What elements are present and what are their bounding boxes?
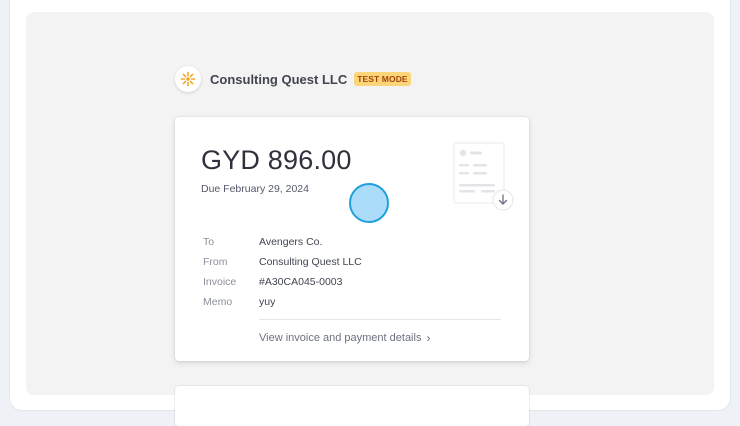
detail-row-from: From Consulting Quest LLC [203, 252, 362, 272]
view-invoice-details-link[interactable]: View invoice and payment details › [259, 331, 430, 345]
invoice-summary-card: GYD 896.00 Due February 29, 2024 To Aven… [175, 117, 529, 361]
detail-label: To [203, 236, 215, 248]
test-mode-badge: TEST MODE [354, 72, 411, 86]
detail-row-to: To Avengers Co. [203, 232, 362, 252]
detail-value: Consulting Quest LLC [259, 256, 362, 268]
detail-label: From [203, 256, 228, 268]
detail-value: yuy [259, 296, 276, 308]
click-indicator [349, 183, 389, 223]
detail-row-invoice: Invoice #A30CA045-0003 [203, 272, 362, 292]
detail-label: Invoice [203, 276, 237, 288]
invoice-amount: GYD 896.00 [201, 145, 352, 175]
detail-label: Memo [203, 296, 233, 308]
chevron-right-icon: › [426, 331, 431, 345]
payment-card [175, 386, 529, 426]
detail-row-memo: Memo yuy [203, 292, 362, 312]
view-invoice-details-label: View invoice and payment details [259, 332, 422, 344]
invoice-details: To Avengers Co. From Consulting Quest LL… [203, 232, 362, 312]
merchant-header: Consulting Quest LLC TEST MODE [175, 66, 411, 92]
detail-value: #A30CA045-0003 [259, 276, 343, 288]
merchant-logo-icon [175, 66, 201, 92]
merchant-name: Consulting Quest LLC [210, 71, 348, 87]
detail-value: Avengers Co. [259, 236, 323, 248]
divider [259, 319, 501, 320]
invoice-download-icon[interactable] [451, 139, 517, 213]
due-date: Due February 29, 2024 [201, 183, 309, 195]
